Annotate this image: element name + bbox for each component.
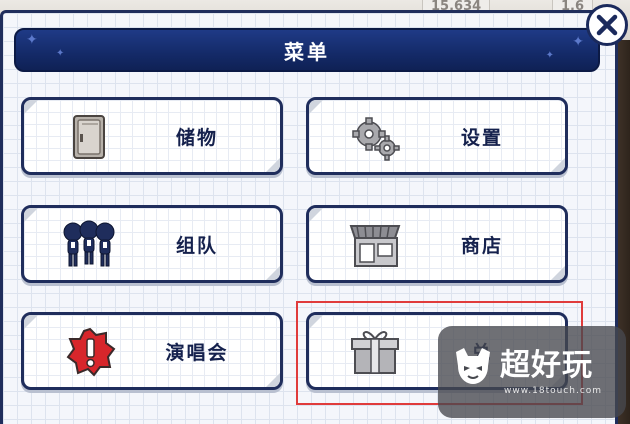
- menu-item-storage[interactable]: 储物: [21, 97, 283, 175]
- menu-item-label: 演唱会: [165, 341, 229, 364]
- shop-icon: [349, 225, 401, 267]
- locker-icon: [73, 115, 105, 159]
- watermark-url: www.18touch.com: [504, 386, 603, 396]
- site-logo: [456, 348, 490, 384]
- close-icon: [596, 14, 618, 36]
- menu-item-party[interactable]: 组队: [21, 205, 283, 283]
- menu-title-bar: ✦ ✦ ✦ ✦ 菜单: [14, 28, 600, 72]
- menu-title: 菜单: [284, 39, 330, 64]
- menu-item-label: 组队: [175, 234, 218, 257]
- menu-item-label: 设置: [460, 126, 503, 149]
- menu-item-label: 储物: [175, 126, 218, 149]
- close-button[interactable]: [586, 4, 628, 46]
- watermark-title: 超好玩: [500, 348, 593, 383]
- menu-item-concert[interactable]: 演唱会: [21, 312, 283, 390]
- menu-item-shop[interactable]: 商店: [306, 205, 568, 283]
- watermark: 超好玩 www.18touch.com: [438, 326, 626, 418]
- gears-icon: [352, 117, 400, 161]
- concert-alert-icon: [66, 327, 116, 377]
- menu-item-settings[interactable]: 设置: [306, 97, 568, 175]
- party-icon: [63, 220, 115, 267]
- menu-item-label: 商店: [460, 234, 503, 257]
